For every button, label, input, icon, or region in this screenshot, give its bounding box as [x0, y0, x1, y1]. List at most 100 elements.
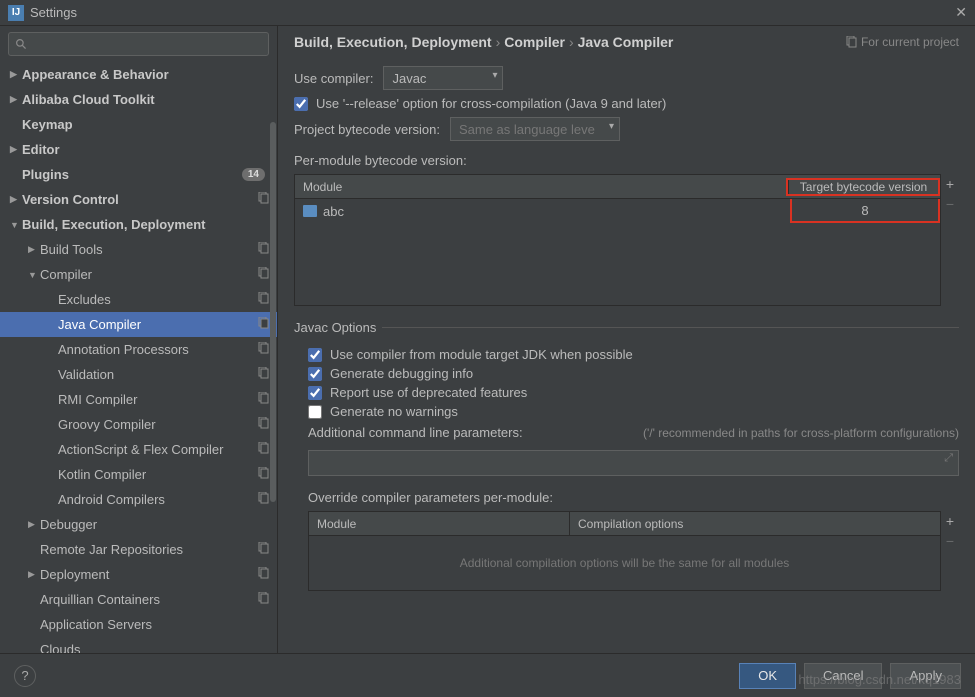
sidebar-item-label: Java Compiler [58, 317, 257, 332]
scope-label: For current project [845, 35, 959, 49]
chevron-right-icon: › [496, 34, 501, 50]
opt-nowarn-checkbox[interactable] [308, 405, 322, 419]
col-target[interactable]: Target bytecode version [788, 180, 938, 194]
app-icon: IJ [8, 5, 24, 21]
sidebar-item-label: Annotation Processors [58, 342, 257, 357]
window-title: Settings [30, 5, 77, 20]
copy-icon [257, 467, 269, 482]
dialog-footer: ? OK Cancel Apply [0, 653, 975, 697]
remove-row-button-2[interactable]: − [946, 534, 954, 548]
sidebar-item-alibaba-cloud-toolkit[interactable]: ▶Alibaba Cloud Toolkit [0, 87, 277, 112]
sidebar-item-label: Application Servers [40, 617, 269, 632]
copy-icon [257, 317, 269, 332]
sidebar-item-version-control[interactable]: ▶Version Control [0, 187, 277, 212]
sidebar-item-validation[interactable]: Validation [0, 362, 277, 387]
table-row[interactable]: abc 8 [295, 199, 940, 223]
release-option-checkbox[interactable] [294, 97, 308, 111]
copy-icon [257, 342, 269, 357]
sidebar-item-java-compiler[interactable]: Java Compiler [0, 312, 277, 337]
sidebar-item-label: Debugger [40, 517, 269, 532]
sidebar-item-compiler[interactable]: ▼Compiler [0, 262, 277, 287]
sidebar-item-actionscript-flex-compiler[interactable]: ActionScript & Flex Compiler [0, 437, 277, 462]
sidebar-item-plugins[interactable]: Plugins14 [0, 162, 277, 187]
copy-icon [845, 36, 857, 48]
sidebar-item-annotation-processors[interactable]: Annotation Processors [0, 337, 277, 362]
sidebar-item-label: Groovy Compiler [58, 417, 257, 432]
target-version-cell[interactable]: 8 [790, 199, 940, 223]
sidebar-item-rmi-compiler[interactable]: RMI Compiler [0, 387, 277, 412]
tree-arrow-icon: ▼ [10, 220, 22, 230]
opt-deprecated-checkbox[interactable] [308, 386, 322, 400]
chevron-right-icon: › [569, 34, 574, 50]
sidebar-item-label: Android Compilers [58, 492, 257, 507]
project-bytecode-select[interactable]: Same as language level [450, 117, 620, 141]
sidebar-item-appearance-behavior[interactable]: ▶Appearance & Behavior [0, 62, 277, 87]
sidebar-item-label: Arquillian Containers [40, 592, 257, 607]
sidebar-item-kotlin-compiler[interactable]: Kotlin Compiler [0, 462, 277, 487]
tree-arrow-icon: ▶ [10, 144, 22, 155]
sidebar-item-android-compilers[interactable]: Android Compilers [0, 487, 277, 512]
apply-button[interactable]: Apply [890, 663, 961, 689]
per-module-table: Module Target bytecode version abc 8 [294, 174, 941, 306]
sidebar-item-keymap[interactable]: Keymap [0, 112, 277, 137]
copy-icon [257, 567, 269, 582]
copy-icon [257, 492, 269, 507]
search-field[interactable] [32, 37, 262, 51]
opt-debug-checkbox[interactable] [308, 367, 322, 381]
additional-params-input[interactable] [308, 450, 959, 476]
search-input[interactable] [8, 32, 269, 56]
add-row-button[interactable]: + [946, 177, 954, 191]
close-icon[interactable]: ✕ [955, 4, 967, 21]
sidebar-item-editor[interactable]: ▶Editor [0, 137, 277, 162]
tree-arrow-icon: ▼ [28, 270, 40, 280]
sidebar-item-arquillian-containers[interactable]: Arquillian Containers [0, 587, 277, 612]
folder-icon [303, 205, 317, 217]
sidebar-item-label: Appearance & Behavior [22, 67, 269, 82]
help-button[interactable]: ? [14, 665, 36, 687]
copy-icon [257, 367, 269, 382]
override-table: Module Compilation options Additional co… [308, 511, 941, 591]
main-panel: Build, Execution, Deployment › Compiler … [278, 26, 975, 653]
expand-icon[interactable]: ⤢ [944, 452, 953, 465]
sidebar-item-build-execution-deployment[interactable]: ▼Build, Execution, Deployment [0, 212, 277, 237]
per-module-label: Per-module bytecode version: [294, 153, 959, 168]
sidebar-item-application-servers[interactable]: Application Servers [0, 612, 277, 637]
ok-button[interactable]: OK [739, 663, 796, 689]
sidebar-item-label: RMI Compiler [58, 392, 257, 407]
copy-icon [257, 417, 269, 432]
breadcrumb-root[interactable]: Build, Execution, Deployment [294, 34, 492, 50]
add-row-button-2[interactable]: + [946, 514, 954, 528]
sidebar-item-label: Remote Jar Repositories [40, 542, 257, 557]
sidebar-item-label: Build Tools [40, 242, 257, 257]
opt-target-jdk-checkbox[interactable] [308, 348, 322, 362]
sidebar: ▶Appearance & Behavior▶Alibaba Cloud Too… [0, 26, 278, 653]
sidebar-item-excludes[interactable]: Excludes [0, 287, 277, 312]
col-options[interactable]: Compilation options [569, 512, 940, 535]
col-module[interactable]: Module [295, 180, 786, 194]
remove-row-button[interactable]: − [946, 197, 954, 211]
breadcrumb-compiler[interactable]: Compiler [504, 34, 565, 50]
use-compiler-label: Use compiler: [294, 71, 373, 86]
sidebar-item-label: Alibaba Cloud Toolkit [22, 92, 269, 107]
tree-arrow-icon: ▶ [28, 519, 40, 530]
titlebar: IJ Settings ✕ [0, 0, 975, 26]
copy-icon [257, 242, 269, 257]
sidebar-item-groovy-compiler[interactable]: Groovy Compiler [0, 412, 277, 437]
sidebar-item-clouds[interactable]: Clouds [0, 637, 277, 653]
sidebar-item-deployment[interactable]: ▶Deployment [0, 562, 277, 587]
scrollbar-thumb[interactable] [270, 122, 276, 502]
settings-tree: ▶Appearance & Behavior▶Alibaba Cloud Too… [0, 62, 277, 653]
params-hint: ('/' recommended in paths for cross-plat… [643, 426, 959, 440]
copy-icon [257, 542, 269, 557]
sidebar-item-debugger[interactable]: ▶Debugger [0, 512, 277, 537]
javac-options-title: Javac Options [294, 320, 382, 335]
use-compiler-select[interactable]: Javac [383, 66, 503, 90]
sidebar-item-remote-jar-repositories[interactable]: Remote Jar Repositories [0, 537, 277, 562]
sidebar-item-build-tools[interactable]: ▶Build Tools [0, 237, 277, 262]
col-module-2[interactable]: Module [309, 517, 569, 531]
cancel-button[interactable]: Cancel [804, 663, 882, 689]
breadcrumb-leaf: Java Compiler [578, 34, 674, 50]
opt-deprecated-label: Report use of deprecated features [330, 385, 527, 400]
additional-params-label: Additional command line parameters: [308, 425, 523, 440]
count-badge: 14 [242, 168, 265, 181]
